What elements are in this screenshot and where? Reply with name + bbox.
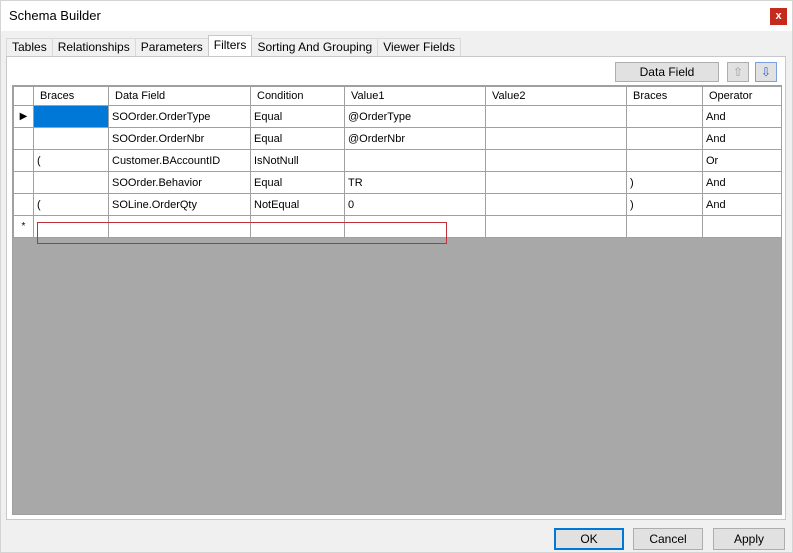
value1-cell[interactable]: TR	[344, 171, 486, 194]
value1-cell[interactable]: @OrderType	[344, 105, 486, 128]
table-row[interactable]: SOOrder.Behavior Equal TR ) And	[13, 171, 781, 194]
condition-cell[interactable]: NotEqual	[250, 193, 345, 216]
row-header-corner	[13, 86, 34, 106]
table-row[interactable]: ( SOLine.OrderQty NotEqual 0 ) And	[13, 193, 781, 216]
tab-viewer-fields[interactable]: Viewer Fields	[377, 38, 461, 56]
close-brace-cell[interactable]: )	[626, 193, 703, 216]
tab-sorting-and-grouping[interactable]: Sorting And Grouping	[251, 38, 379, 56]
title-bar: Schema Builder x	[1, 1, 792, 31]
value2-cell[interactable]	[485, 171, 627, 194]
open-brace-cell[interactable]	[33, 127, 109, 150]
value2-cell[interactable]	[485, 215, 627, 238]
window-title: Schema Builder	[9, 8, 101, 23]
open-brace-cell[interactable]	[33, 171, 109, 194]
value2-cell[interactable]	[485, 127, 627, 150]
condition-cell[interactable]	[250, 215, 345, 238]
open-brace-cell[interactable]: (	[33, 193, 109, 216]
condition-cell[interactable]: Equal	[250, 105, 345, 128]
open-brace-cell[interactable]: (	[33, 149, 109, 172]
close-brace-cell[interactable]	[626, 215, 703, 238]
tab-relationships[interactable]: Relationships	[51, 38, 136, 56]
ok-button[interactable]: OK	[554, 528, 624, 550]
row-header[interactable]	[13, 127, 34, 150]
data-field-cell[interactable]: SOLine.OrderQty	[108, 193, 251, 216]
data-field-formula-button[interactable]: Data Field Formula	[615, 62, 719, 97]
column-header-braces-close[interactable]: Braces	[626, 86, 703, 106]
data-field-cell[interactable]: Customer.BAccountID	[108, 149, 251, 172]
tab-filters[interactable]: Filters	[207, 35, 253, 56]
tab-parameters[interactable]: Parameters	[134, 38, 209, 56]
tab-strip: Tables Relationships Parameters Filters …	[6, 35, 461, 56]
operator-cell[interactable]: And	[702, 193, 781, 216]
operator-cell[interactable]: And	[702, 127, 781, 150]
value1-cell[interactable]	[344, 149, 486, 172]
close-button[interactable]: x	[770, 8, 787, 25]
column-header-operator[interactable]: Operator	[702, 86, 781, 106]
open-brace-cell[interactable]	[33, 215, 109, 238]
value1-cell[interactable]: @OrderNbr	[344, 127, 486, 150]
operator-cell[interactable]: And	[702, 105, 781, 128]
table-row[interactable]: ( Customer.BAccountID IsNotNull Or	[13, 149, 781, 172]
new-row-asterisk-icon[interactable]: *	[13, 215, 34, 238]
value1-cell[interactable]: 0	[344, 193, 486, 216]
data-field-cell[interactable]: SOOrder.OrderType	[108, 105, 251, 128]
operator-cell[interactable]: Or	[702, 149, 781, 172]
row-header[interactable]	[13, 171, 34, 194]
value2-cell[interactable]	[485, 149, 627, 172]
arrow-down-icon[interactable]: ⇩	[755, 62, 777, 82]
condition-cell[interactable]: IsNotNull	[250, 149, 345, 172]
row-header[interactable]	[13, 149, 34, 172]
open-brace-cell[interactable]	[33, 105, 109, 128]
column-header-data-field[interactable]: Data Field	[108, 86, 251, 106]
table-row[interactable]: ▶ SOOrder.OrderType Equal @OrderType And	[13, 105, 781, 128]
data-field-cell[interactable]	[108, 215, 251, 238]
row-header[interactable]	[13, 193, 34, 216]
close-brace-cell[interactable]	[626, 149, 703, 172]
schema-builder-window: Schema Builder x Tables Relationships Pa…	[0, 0, 793, 553]
tab-tables[interactable]: Tables	[6, 38, 53, 56]
column-header-value2[interactable]: Value2	[485, 86, 627, 106]
filters-panel: Data Field Formula ⇧ ⇩ Brace	[6, 56, 786, 520]
grid-header-row: Braces Data Field Condition Value1 Value…	[13, 86, 781, 106]
close-brace-cell[interactable]	[626, 105, 703, 128]
operator-cell[interactable]	[702, 215, 781, 238]
condition-cell[interactable]: Equal	[250, 127, 345, 150]
operator-cell[interactable]: And	[702, 171, 781, 194]
filters-grid: Braces Data Field Condition Value1 Value…	[12, 85, 782, 515]
new-row[interactable]: *	[13, 215, 781, 238]
data-field-cell[interactable]: SOOrder.Behavior	[108, 171, 251, 194]
table-row[interactable]: SOOrder.OrderNbr Equal @OrderNbr And	[13, 127, 781, 150]
column-header-braces-open[interactable]: Braces	[33, 86, 109, 106]
value2-cell[interactable]	[485, 193, 627, 216]
apply-button[interactable]: Apply	[713, 528, 785, 550]
data-field-cell[interactable]: SOOrder.OrderNbr	[108, 127, 251, 150]
value1-cell[interactable]	[344, 215, 486, 238]
value2-cell[interactable]	[485, 105, 627, 128]
cancel-button[interactable]: Cancel	[633, 528, 703, 550]
close-brace-cell[interactable]	[626, 127, 703, 150]
current-row-indicator-icon[interactable]: ▶	[13, 105, 34, 128]
arrow-up-icon[interactable]: ⇧	[727, 62, 749, 82]
column-header-condition[interactable]: Condition	[250, 86, 345, 106]
column-header-value1[interactable]: Value1	[344, 86, 486, 106]
close-brace-cell[interactable]: )	[626, 171, 703, 194]
condition-cell[interactable]: Equal	[250, 171, 345, 194]
